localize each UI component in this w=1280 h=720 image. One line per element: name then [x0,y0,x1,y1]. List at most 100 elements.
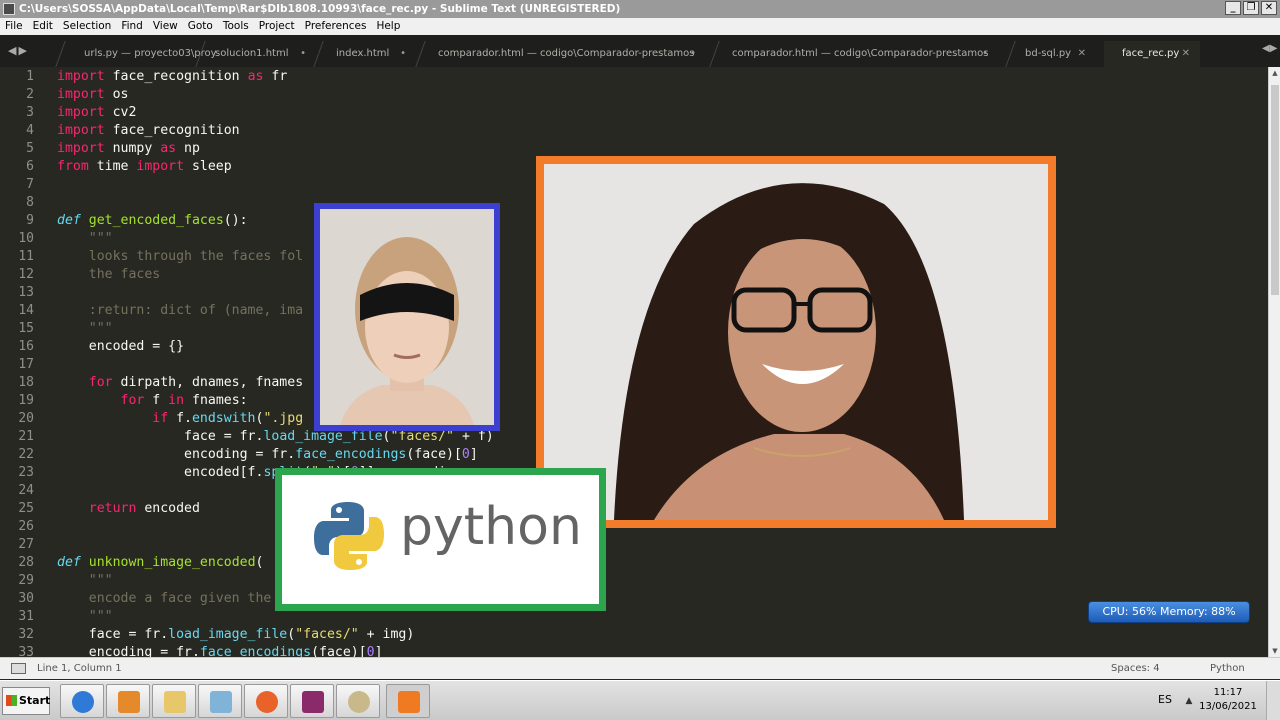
menu-view[interactable]: View [153,18,178,35]
line-number: 17 [18,357,34,372]
tab-close-icon[interactable]: ✕ [1182,41,1190,67]
menu-goto[interactable]: Goto [188,18,213,35]
panel-toggle-icon[interactable] [11,663,26,674]
indentation-setting[interactable]: Spaces: 4 [1111,658,1160,680]
code-line[interactable]: def get_encoded_faces(): [57,212,248,230]
scroll-down-icon[interactable]: ▼ [1269,645,1280,657]
line-number: 20 [18,411,34,426]
winrar-icon [302,691,324,713]
code-line[interactable]: """ [57,320,113,338]
code-line[interactable]: encoding = fr.face_encodings(face)[0] [57,446,478,464]
menu-selection[interactable]: Selection [63,18,111,35]
tab-close-icon[interactable]: ✕ [1078,41,1086,67]
line-number: 22 [18,447,34,462]
menu-help[interactable]: Help [376,18,400,35]
tab-dirty-icon[interactable]: • [690,41,696,67]
code-line[interactable]: for f in fnames: [57,392,248,410]
line-number: 9 [26,213,34,228]
code-line[interactable]: looks through the faces fol [57,248,303,266]
tab-nav-arrows-icon[interactable]: ◀▶ [8,44,29,57]
tab-dirty-icon[interactable]: • [300,41,306,67]
internet-explorer-icon [72,691,94,713]
scroll-thumb[interactable] [1271,85,1279,295]
code-line[interactable]: import os [57,86,128,104]
taskbar-ie[interactable] [60,684,104,718]
close-button[interactable]: ✕ [1261,1,1277,15]
line-number: 21 [18,429,34,444]
tab-bar: ◀▶ urls.py — proyecto03\proy solucion1.h… [0,35,1280,67]
menu-edit[interactable]: Edit [33,18,53,35]
tab-urls[interactable]: urls.py — proyecto03\proy [55,41,217,67]
taskbar-sublime[interactable] [386,684,430,718]
language-indicator[interactable]: ES [1158,693,1172,706]
code-line[interactable]: """ [57,572,113,590]
media-player-icon [118,691,140,713]
menu-tools[interactable]: Tools [223,18,249,35]
start-button[interactable]: Start [2,687,50,715]
code-line[interactable]: import face_recognition [57,122,240,140]
syntax-selector[interactable]: Python [1210,658,1245,680]
tab-bd-sql[interactable]: bd-sql.py ✕ [1005,41,1092,67]
taskbar-media[interactable] [106,684,150,718]
taskbar-notebook[interactable] [198,684,242,718]
tab-face-rec[interactable]: face_rec.py ✕ [1104,41,1200,67]
code-line[interactable]: face = fr.load_image_file("faces/" + img… [57,626,415,644]
folder-icon [164,691,186,713]
show-hidden-icons-icon[interactable]: ▲ [1182,689,1196,713]
tab-label: comparador.html — codigo\Comparador-pres… [438,48,695,59]
minimize-button[interactable]: _ [1225,1,1241,15]
cursor-position: Line 1, Column 1 [37,663,122,674]
line-number: 14 [18,303,34,318]
tab-scroll-icon[interactable]: ◀▶ [1262,43,1277,57]
tab-label: comparador.html — codigo\Comparador-pres… [732,48,989,59]
code-line[interactable]: for dirpath, dnames, fnames [57,374,303,392]
taskbar: Start ES ▲ 11:17 13/06/2021 [0,680,1280,720]
clock[interactable]: 11:17 13/06/2021 [1198,686,1258,714]
python-logo-text: python [400,497,582,557]
scroll-up-icon[interactable]: ▲ [1269,67,1280,79]
menu-find[interactable]: Find [121,18,143,35]
cpu-memory-widget: CPU: 56% Memory: 88% [1088,601,1250,623]
code-line[interactable]: encode a face given the [57,590,272,608]
tab-dirty-icon[interactable]: • [982,41,988,67]
code-line[interactable]: encoded = {} [57,338,184,356]
start-label: Start [19,694,51,707]
taskbar-paint[interactable] [336,684,380,718]
code-line[interactable]: import cv2 [57,104,136,122]
code-line[interactable]: the faces [57,266,160,284]
vertical-scrollbar[interactable]: ▲ ▼ [1268,67,1280,657]
code-line[interactable]: import numpy as np [57,140,200,158]
title-bar: C:\Users\SOSSA\AppData\Local\Temp\Rar$DI… [0,0,1280,18]
tab-label: face_rec.py [1122,48,1180,59]
sublime-text-icon [398,691,420,713]
menu-preferences[interactable]: Preferences [305,18,367,35]
line-number: 27 [18,537,34,552]
code-line[interactable]: def unknown_image_encoded( [57,554,263,572]
code-line[interactable]: """ [57,608,113,626]
code-line[interactable]: import face_recognition as fr [57,68,287,86]
line-number: 18 [18,375,34,390]
tab-comparador-1[interactable]: comparador.html — codigo\Comparador-pres… [415,41,702,67]
code-line[interactable]: from time import sleep [57,158,232,176]
code-line[interactable]: return encoded [57,500,200,518]
menu-project[interactable]: Project [259,18,295,35]
tab-comparador-2[interactable]: comparador.html — codigo\Comparador-pres… [709,41,994,67]
tab-index[interactable]: index.html • [313,41,430,67]
tab-label: bd-sql.py [1025,48,1072,59]
menu-file[interactable]: File [5,18,23,35]
line-number: 30 [18,591,34,606]
clock-time: 11:17 [1213,687,1243,698]
maximize-button[interactable]: ❐ [1243,1,1259,15]
tab-solucion1[interactable]: solucion1.html • [195,41,310,67]
tab-dirty-icon[interactable]: • [400,41,406,67]
line-number: 11 [18,249,34,264]
line-number: 29 [18,573,34,588]
line-number: 6 [26,159,34,174]
taskbar-explorer[interactable] [152,684,196,718]
smiling-woman-photo [536,156,1056,528]
code-line[interactable]: :return: dict of (name, ima [57,302,303,320]
code-line[interactable]: """ [57,230,113,248]
taskbar-winrar[interactable] [290,684,334,718]
taskbar-firefox[interactable] [244,684,288,718]
show-desktop-button[interactable] [1266,681,1280,720]
